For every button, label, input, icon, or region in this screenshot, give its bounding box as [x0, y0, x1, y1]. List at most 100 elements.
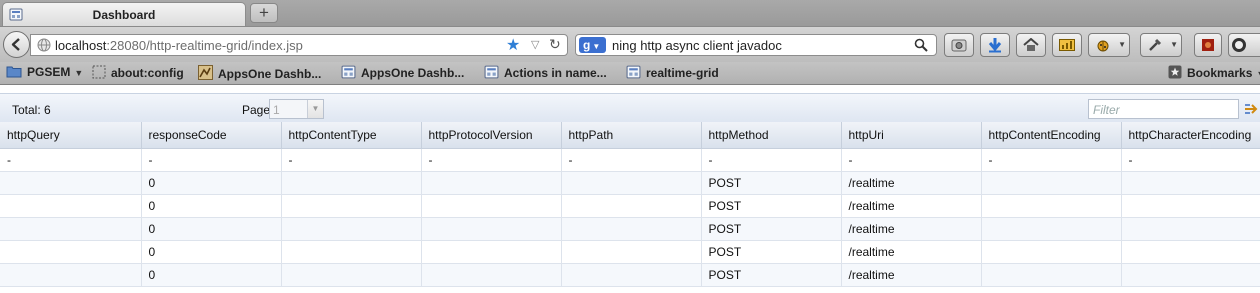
downloads-button[interactable]: [980, 33, 1010, 57]
screenshot-button[interactable]: [944, 33, 974, 57]
web-developer-button[interactable]: ▼: [1140, 33, 1182, 57]
table-row[interactable]: 0 POST /realtime: [0, 217, 1260, 241]
column-header-responseCode[interactable]: responseCode: [141, 122, 282, 149]
table-cell: /realtime: [841, 217, 982, 241]
bookmarks-menu-button[interactable]: Bookmarks▼: [1168, 65, 1260, 80]
addon-button[interactable]: [1194, 33, 1222, 57]
bookmark-label: Actions in name...: [504, 66, 607, 80]
chevron-down-icon: ▼: [1256, 69, 1260, 79]
table-cell: POST: [701, 240, 842, 264]
table-row[interactable]: 0 POST /realtime: [0, 171, 1260, 195]
bookmark-star-icon[interactable]: ★: [506, 35, 520, 55]
table-cell: [281, 263, 422, 287]
table-cell: 0: [141, 171, 282, 195]
table-row[interactable]: - - - - - - - - -: [0, 148, 1260, 172]
table-cell: 0: [141, 263, 282, 287]
table-cell: -: [841, 148, 982, 172]
column-header-httpContentType[interactable]: httpContentType: [281, 122, 422, 149]
table-cell: [1121, 194, 1260, 218]
table-cell: [281, 217, 422, 241]
page-label: Page: [242, 103, 271, 117]
filter-apply-icon[interactable]: [1244, 102, 1260, 116]
bookmark-folder-pgsem[interactable]: PGSEM ▼: [6, 65, 83, 79]
column-header-httpProtocolVersion[interactable]: httpProtocolVersion: [421, 122, 562, 149]
table-cell: -: [1121, 148, 1260, 172]
table-cell: [1121, 217, 1260, 241]
chevron-down-icon: ▼: [1118, 40, 1126, 49]
tab-dashboard[interactable]: Dashboard: [2, 2, 246, 26]
filter-placeholder: Filter: [1093, 103, 1120, 117]
table-row[interactable]: 0 POST /realtime: [0, 194, 1260, 218]
column-header-httpCharacterEncoding[interactable]: httpCharacterEncoding: [1121, 122, 1260, 149]
url-path: :28080/http-realtime-grid/index.jsp: [106, 38, 303, 53]
table-cell: [1121, 240, 1260, 264]
table-cell: -: [981, 148, 1122, 172]
table-cell: [0, 240, 142, 264]
chevron-down-icon[interactable]: ▼: [307, 100, 323, 118]
column-header-httpPath[interactable]: httpPath: [561, 122, 702, 149]
google-icon: g: [583, 38, 591, 52]
table-cell: [0, 263, 142, 287]
bookmark-appsone-2[interactable]: AppsOne Dashb...: [341, 65, 464, 80]
bookmark-image-icon: [198, 65, 213, 80]
reload-icon[interactable]: ↻: [549, 36, 561, 53]
table-cell: [561, 263, 702, 287]
table-cell: -: [421, 148, 562, 172]
search-input[interactable]: ning http async client javadoc: [612, 38, 782, 53]
data-grid: httpQuery responseCode httpContentType h…: [0, 122, 1260, 287]
page-content: Total: 6 Page 1 ▼ Filter httpQuery respo…: [0, 85, 1260, 293]
column-header-httpUri[interactable]: httpUri: [841, 122, 982, 149]
new-tab-button[interactable]: +: [250, 3, 278, 23]
table-cell: POST: [701, 217, 842, 241]
search-icon[interactable]: [914, 38, 928, 52]
address-bar[interactable]: localhost:28080/http-realtime-grid/index…: [30, 34, 568, 56]
search-engine-selector[interactable]: g ▼: [579, 37, 606, 53]
bookmark-realtime-grid[interactable]: realtime-grid: [626, 65, 719, 80]
bookmarks-toolbar: PGSEM ▼ about:config AppsOne Dashb... App…: [0, 62, 1260, 85]
table-cell: [281, 171, 422, 195]
table-cell: [421, 194, 562, 218]
table-cell: [981, 263, 1122, 287]
globe-icon: [37, 38, 51, 52]
table-cell: POST: [701, 171, 842, 195]
firebug-button[interactable]: ▼: [1088, 33, 1130, 57]
table-cell: [981, 171, 1122, 195]
sync-button[interactable]: [1052, 33, 1082, 57]
table-cell: [421, 240, 562, 264]
bookmark-label: about:config: [111, 66, 184, 80]
table-cell: [561, 240, 702, 264]
column-header-httpQuery[interactable]: httpQuery: [0, 122, 142, 149]
app-favicon-icon: [626, 65, 641, 79]
table-cell: -: [141, 148, 282, 172]
back-button[interactable]: [3, 31, 30, 58]
table-cell: [1121, 171, 1260, 195]
search-bar[interactable]: g ▼ ning http async client javadoc: [575, 34, 937, 56]
bookmark-label: realtime-grid: [646, 66, 719, 80]
table-cell: POST: [701, 263, 842, 287]
table-cell: [561, 194, 702, 218]
bookmark-actions[interactable]: Actions in name...: [484, 65, 607, 80]
history-dropdown-icon[interactable]: ▽: [531, 38, 539, 51]
column-header-httpContentEncoding[interactable]: httpContentEncoding: [981, 122, 1122, 149]
table-cell: [981, 240, 1122, 264]
table-cell: [421, 171, 562, 195]
page-icon: [92, 65, 106, 79]
back-arrow-icon: [11, 38, 20, 51]
bookmark-about-config[interactable]: about:config: [92, 65, 184, 80]
total-count: Total: 6: [12, 103, 51, 117]
color-picker-button[interactable]: [1228, 33, 1260, 57]
table-row[interactable]: 0 POST /realtime: [0, 240, 1260, 264]
filter-input[interactable]: Filter: [1088, 99, 1239, 119]
table-cell: /realtime: [841, 171, 982, 195]
table-row[interactable]: 0 POST /realtime: [0, 263, 1260, 287]
column-header-httpMethod[interactable]: httpMethod: [701, 122, 842, 149]
table-cell: /realtime: [841, 263, 982, 287]
header-row: httpQuery responseCode httpContentType h…: [0, 122, 1260, 149]
home-button[interactable]: [1016, 33, 1046, 57]
app-favicon-icon: [341, 65, 356, 79]
url-host: localhost: [55, 38, 107, 53]
camera-icon: [951, 39, 967, 52]
page-select[interactable]: 1 ▼: [269, 99, 324, 119]
bookmark-appsone-1[interactable]: AppsOne Dashb...: [198, 65, 321, 81]
table-cell: -: [0, 148, 142, 172]
